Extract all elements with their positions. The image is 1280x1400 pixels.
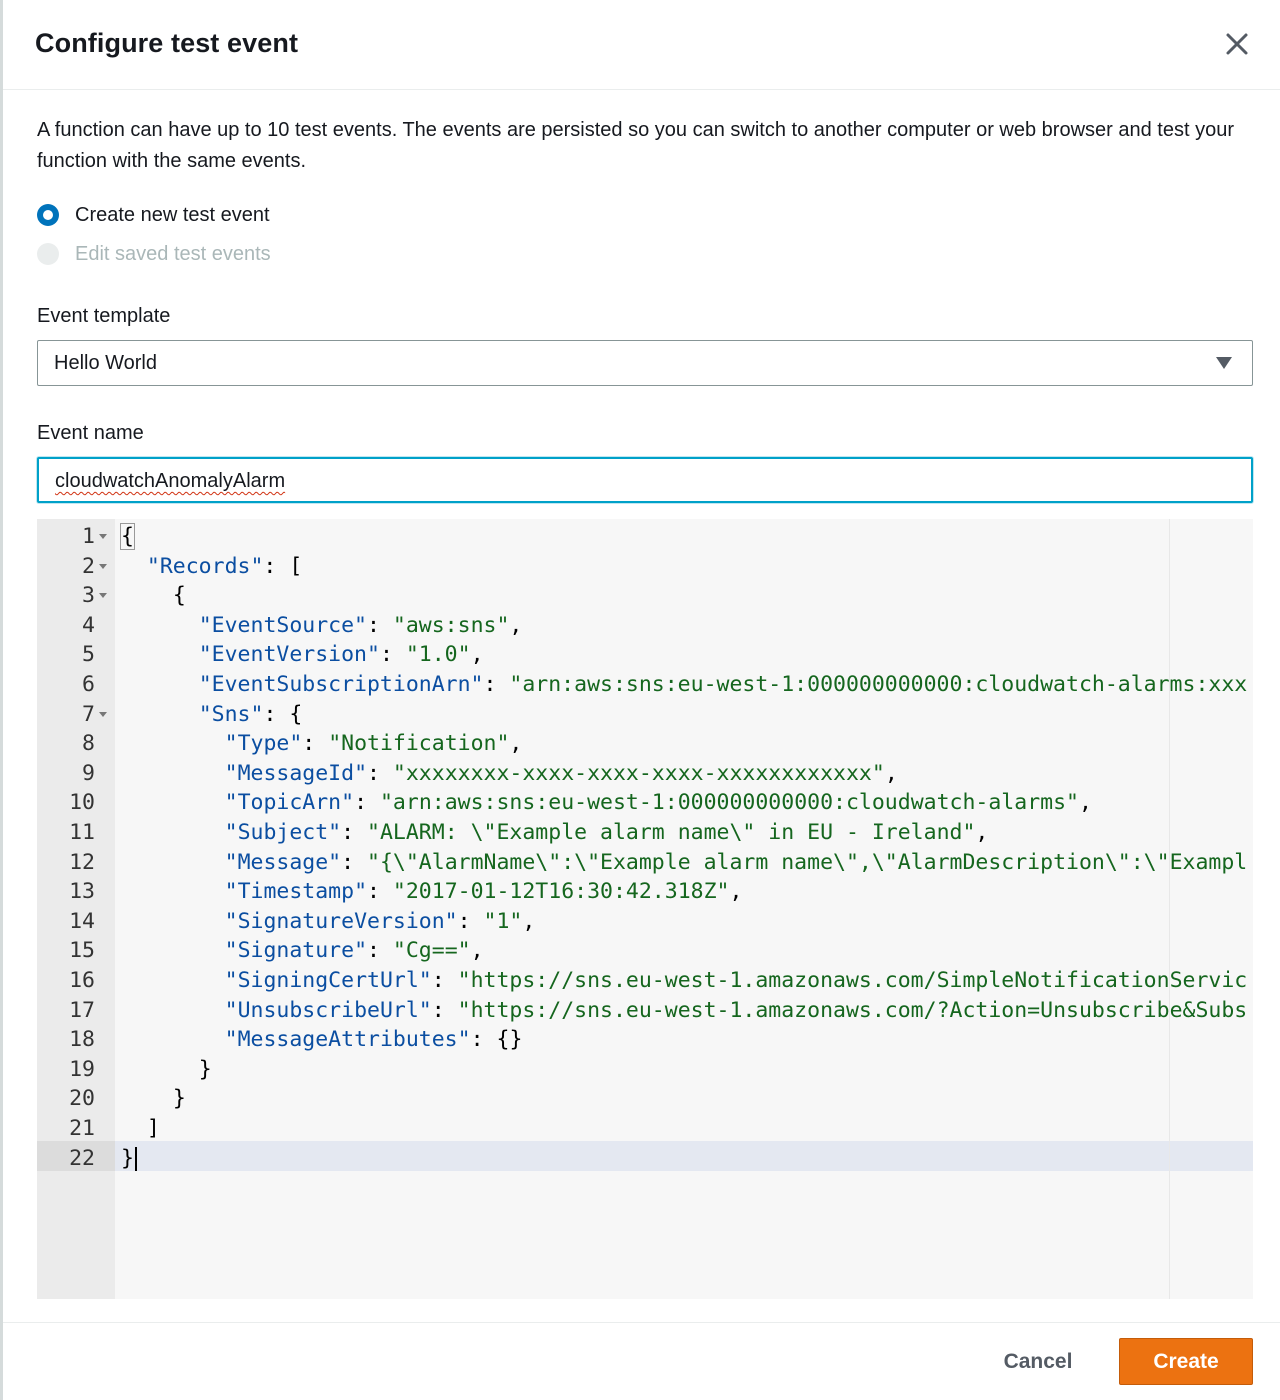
radio-create-new-test-event[interactable]: Create new test event <box>37 200 270 230</box>
code-line[interactable]: 22} <box>37 1144 1253 1174</box>
code-line[interactable]: 12 "Message": "{\"AlarmName\":\"Example … <box>37 848 1253 878</box>
code-text: "MessageId": "xxxxxxxx-xxxx-xxxx-xxxx-xx… <box>224 760 898 786</box>
dialog-title: Configure test event <box>35 28 299 58</box>
code-text: } <box>121 1144 137 1174</box>
close-button[interactable] <box>1219 26 1255 62</box>
line-number: 11 <box>69 820 95 845</box>
line-number: 9 <box>82 760 95 786</box>
code-text: "UnsubscribeUrl": "https://sns.eu-west-1… <box>224 997 1248 1023</box>
event-name-input[interactable]: cloudwatchAnomalyAlarm <box>37 457 1253 503</box>
radio-checked-icon <box>37 204 59 226</box>
code-text: "EventSubscriptionArn": "arn:aws:sns:eu-… <box>198 672 1248 697</box>
code-text: "MessageAttributes": {} <box>224 1027 523 1053</box>
line-number: 14 <box>69 908 95 934</box>
line-number: 17 <box>69 997 95 1023</box>
code-text: "Message": "{\"AlarmName\":\"Example ala… <box>224 849 1248 875</box>
code-line[interactable]: 13 "Timestamp": "2017-01-12T16:30:42.318… <box>37 877 1253 907</box>
code-text: "Subject": "ALARM: \"Example alarm name\… <box>224 820 989 845</box>
code-text: "SignatureVersion": "1", <box>224 908 536 934</box>
fold-arrow-icon[interactable] <box>99 593 107 599</box>
code-text: "Sns": { <box>198 701 303 727</box>
line-number: 13 <box>69 879 95 905</box>
dialog-header: Configure test event <box>3 0 1280 90</box>
dialog-description: A function can have up to 10 test events… <box>37 119 1234 172</box>
code-editor[interactable]: 1{2 "Records": [3 {4 "EventSource": "aws… <box>37 519 1253 1299</box>
event-name-value: cloudwatchAnomalyAlarm <box>55 470 286 492</box>
line-number: 15 <box>69 938 95 964</box>
line-number: 6 <box>82 672 95 697</box>
line-number: 18 <box>69 1027 95 1053</box>
code-line[interactable]: 15 "Signature": "Cg==", <box>37 936 1253 966</box>
line-number: 4 <box>82 612 95 638</box>
dialog-footer: Cancel Create <box>3 1322 1280 1400</box>
code-text: "EventSource": "aws:sns", <box>198 612 523 638</box>
text-cursor <box>134 1146 137 1171</box>
code-text: "Signature": "Cg==", <box>224 938 484 964</box>
caret-down-icon <box>1216 357 1232 369</box>
radio-unchecked-icon <box>37 243 59 265</box>
code-text: "TopicArn": "arn:aws:sns:eu-west-1:00000… <box>224 790 1092 816</box>
code-line[interactable]: 18 "MessageAttributes": {} <box>37 1025 1253 1055</box>
code-line[interactable]: 17 "UnsubscribeUrl": "https://sns.eu-wes… <box>37 996 1253 1026</box>
code-line[interactable]: 1{ <box>37 522 1253 552</box>
fold-arrow-icon[interactable] <box>99 534 107 539</box>
event-template-value: Hello World <box>54 352 157 374</box>
close-icon <box>1226 33 1248 55</box>
code-line[interactable]: 11 "Subject": "ALARM: \"Example alarm na… <box>37 818 1253 848</box>
code-text: } <box>172 1086 186 1112</box>
event-template-select[interactable]: Hello World <box>37 340 1253 386</box>
code-line[interactable]: 19 } <box>37 1055 1253 1085</box>
code-text: "Timestamp": "2017-01-12T16:30:42.318Z", <box>224 879 743 905</box>
code-text: ] <box>146 1116 160 1141</box>
code-text: "EventVersion": "1.0", <box>198 642 484 668</box>
code-line[interactable]: 3 { <box>37 581 1253 611</box>
code-line[interactable]: 4 "EventSource": "aws:sns", <box>37 611 1253 641</box>
radio-create-new-label: Create new test event <box>75 203 270 226</box>
code-text: } <box>198 1056 212 1082</box>
cancel-button[interactable]: Cancel <box>983 1339 1093 1385</box>
line-number: 22 <box>69 1145 95 1171</box>
code-text: { <box>172 583 186 609</box>
code-line[interactable]: 20 } <box>37 1084 1253 1114</box>
radio-edit-saved-test-events: Edit saved test events <box>37 239 271 269</box>
configure-test-event-dialog: Configure test event A function can have… <box>0 0 1280 1400</box>
create-button[interactable]: Create <box>1119 1338 1253 1385</box>
fold-arrow-icon[interactable] <box>99 711 107 717</box>
event-template-label: Event template <box>37 305 171 327</box>
line-number: 2 <box>82 553 95 579</box>
code-line[interactable]: 21 ] <box>37 1114 1253 1144</box>
code-line[interactable]: 16 "SigningCertUrl": "https://sns.eu-wes… <box>37 966 1253 996</box>
line-number: 3 <box>82 583 95 609</box>
code-text: "Type": "Notification", <box>224 731 523 757</box>
fold-arrow-icon[interactable] <box>99 563 107 569</box>
code-line[interactable]: 9 "MessageId": "xxxxxxxx-xxxx-xxxx-xxxx-… <box>37 759 1253 789</box>
code-line[interactable]: 8 "Type": "Notification", <box>37 729 1253 759</box>
line-number: 7 <box>82 701 95 727</box>
line-number: 19 <box>69 1056 95 1082</box>
line-number: 12 <box>69 849 95 875</box>
code-line[interactable]: 2 "Records": [ <box>37 552 1253 582</box>
line-number: 1 <box>82 524 95 549</box>
code-text: "SigningCertUrl": "https://sns.eu-west-1… <box>224 968 1248 993</box>
code-line[interactable]: 5 "EventVersion": "1.0", <box>37 640 1253 670</box>
code-text: { <box>120 523 135 550</box>
code-line[interactable]: 6 "EventSubscriptionArn": "arn:aws:sns:e… <box>37 670 1253 700</box>
radio-edit-saved-label: Edit saved test events <box>75 242 271 265</box>
code-text: "Records": [ <box>146 553 303 579</box>
line-number: 10 <box>69 790 95 816</box>
line-number: 8 <box>82 731 95 757</box>
line-number: 21 <box>69 1116 95 1141</box>
event-name-label: Event name <box>37 422 144 444</box>
code-line[interactable]: 10 "TopicArn": "arn:aws:sns:eu-west-1:00… <box>37 788 1253 818</box>
code-line[interactable]: 14 "SignatureVersion": "1", <box>37 907 1253 937</box>
code-line[interactable]: 7 "Sns": { <box>37 700 1253 730</box>
line-number: 16 <box>69 968 95 993</box>
line-number: 5 <box>82 642 95 668</box>
line-number: 20 <box>69 1086 95 1112</box>
